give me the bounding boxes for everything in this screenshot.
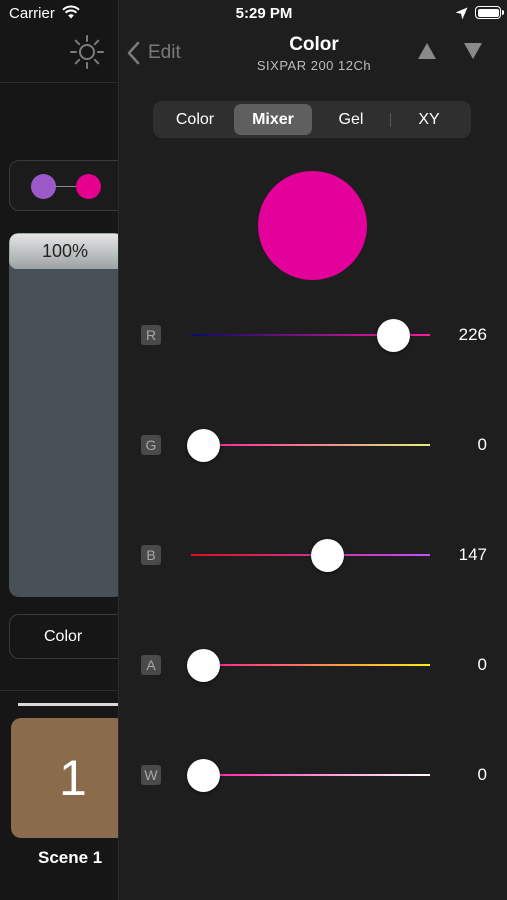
slider-track-green[interactable] [191, 444, 430, 446]
slider-value-white: 0 [477, 765, 487, 784]
color-sheet: 5:29 PM Edit Color SIXPAR 200 12Ch Color… [118, 0, 507, 900]
intensity-fader[interactable]: 100% [9, 233, 124, 597]
page-title: Color [289, 34, 339, 55]
back-button[interactable]: Edit [126, 39, 181, 67]
next-down-icon[interactable] [463, 42, 483, 60]
channel-letter-red: R [141, 325, 161, 345]
slider-thumb-green[interactable] [187, 429, 220, 462]
color-dot-magenta [76, 174, 101, 199]
fader-handle[interactable]: 100% [9, 233, 124, 269]
slider-row-green: G 0 [119, 425, 507, 465]
slider-row-blue: B 147 [119, 535, 507, 575]
back-label: Edit [148, 42, 181, 63]
brightness-icon[interactable] [70, 35, 104, 69]
scene-tile[interactable]: 1 [11, 718, 126, 838]
color-preset-box[interactable] [9, 160, 129, 211]
slider-row-white: W 0 [119, 755, 507, 795]
scene-label: Scene 1 [38, 848, 103, 867]
slider-track-white[interactable] [191, 774, 430, 776]
slider-row-red: R 226 [119, 315, 507, 355]
divider [0, 690, 118, 691]
color-dot-link [54, 186, 78, 187]
slider-value-amber: 0 [477, 655, 487, 674]
fixture-subtitle: SIXPAR 200 12Ch [256, 58, 372, 73]
chevron-left-icon [127, 41, 140, 65]
tab-color[interactable]: Color [156, 104, 234, 135]
channel-letter-white: W [141, 765, 161, 785]
slider-value-blue: 147 [458, 545, 487, 564]
divider [0, 82, 118, 83]
location-icon [455, 7, 468, 20]
tab-gel[interactable]: Gel [312, 104, 390, 135]
slider-track-amber[interactable] [191, 664, 430, 666]
slider-thumb-blue[interactable] [311, 539, 345, 572]
mode-segmented-control: Color Mixer Gel XY [153, 101, 471, 138]
status-time: 5:29 PM [235, 5, 293, 22]
tab-xy[interactable]: XY [390, 104, 468, 135]
previous-up-icon[interactable] [417, 42, 437, 60]
tab-xy-label: XY [418, 111, 440, 128]
slider-thumb-amber[interactable] [187, 649, 220, 682]
scene-indicator [18, 703, 118, 706]
background-panel: Carrier 100% Color 1 Scene 1 [0, 0, 129, 900]
slider-thumb-white[interactable] [187, 759, 220, 792]
color-dot-purple [31, 174, 56, 199]
slider-row-amber: A 0 [119, 645, 507, 685]
carrier-label: Carrier [9, 5, 55, 22]
channel-letter-amber: A [141, 655, 161, 675]
battery-icon [475, 6, 501, 19]
segment-separator [390, 113, 391, 127]
tab-mixer[interactable]: Mixer [234, 104, 312, 135]
wifi-icon [62, 5, 80, 19]
channel-letter-green: G [141, 435, 161, 455]
battery-nub [502, 10, 504, 15]
color-button[interactable]: Color [9, 614, 129, 659]
tab-gel-label: Gel [338, 111, 364, 128]
color-preview-swatch [258, 171, 367, 280]
channel-letter-blue: B [141, 545, 161, 565]
slider-value-green: 0 [477, 435, 487, 454]
slider-value-red: 226 [458, 325, 487, 344]
slider-thumb-red[interactable] [377, 319, 411, 352]
